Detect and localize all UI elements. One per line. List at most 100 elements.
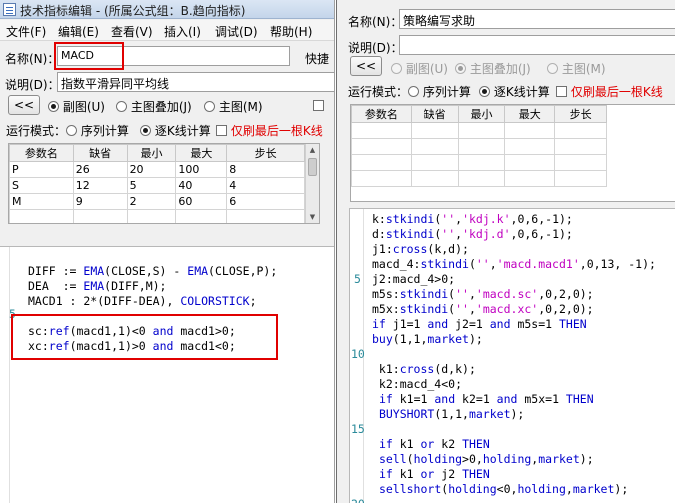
line-number: 20 — [351, 497, 365, 503]
param-cell[interactable]: 12 — [72, 177, 128, 194]
params-table: 参数名 缺省 最小 最大 步长 P 26 20 100 8 S 12 5 40 … — [9, 144, 305, 223]
radio-overlay-label: 主图叠加(J) — [130, 100, 192, 114]
table-row[interactable] — [351, 170, 607, 187]
code-line: DIFF := EMA(CLOSE,S) - EMA(CLOSE,P); — [28, 264, 278, 278]
code-line: k2:macd_4<0; — [372, 377, 463, 391]
col-header[interactable]: 步长 — [554, 105, 607, 123]
radio-run-seq[interactable]: 序列计算 — [66, 122, 129, 139]
radio-overlay[interactable]: 主图叠加(J) — [116, 98, 192, 115]
highlight-box-signals — [11, 314, 278, 360]
radio-run-seq-label: 序列计算 — [422, 85, 471, 99]
menu-insert[interactable]: 插入(I) — [164, 23, 201, 40]
refresh-last-checkbox[interactable]: 仅刷最后一根K线 — [216, 122, 323, 139]
line-number: 10 — [351, 347, 365, 361]
radio-run-seq[interactable]: 序列计算 — [408, 83, 471, 100]
col-header[interactable]: 参数名 — [9, 144, 74, 162]
param-cell[interactable]: 26 — [72, 161, 128, 178]
col-header[interactable]: 步长 — [226, 144, 305, 162]
scroll-thumb[interactable] — [308, 158, 317, 176]
code-line: DEA := EMA(DIFF,M); — [28, 279, 167, 293]
window-title: 技术指标编辑 - (所属公式组：B.趋向指标) — [20, 4, 246, 18]
col-header[interactable]: 缺省 — [410, 105, 459, 123]
code-line: m5s:stkindi('','macd.sc',0,2,0); — [372, 287, 594, 301]
code-line: macd_4:stkindi('','macd.macd1',0,13, -1)… — [372, 257, 656, 271]
param-cell[interactable]: M — [9, 193, 74, 210]
radio-dot — [391, 63, 402, 74]
code-line: BUYSHORT(1,1,market); — [378, 407, 525, 421]
desc-input[interactable]: 指数平滑异同平均线 — [57, 72, 334, 92]
param-cell[interactable]: 60 — [175, 193, 228, 210]
menu-view[interactable]: 查看(V) — [111, 23, 153, 40]
radio-subchart-label: 副图(U) — [405, 62, 448, 76]
param-cell[interactable]: 20 — [126, 161, 177, 178]
col-header[interactable]: 参数名 — [351, 105, 412, 123]
desc-input[interactable] — [399, 35, 675, 55]
menu-file[interactable]: 文件(F) — [6, 23, 46, 40]
name-label: 名称(N)： — [348, 15, 403, 29]
line-number: 5 — [354, 272, 361, 286]
param-cell[interactable]: 5 — [126, 177, 177, 194]
line-number: 15 — [351, 422, 365, 436]
formula-app-icon — [3, 3, 16, 16]
col-header[interactable]: 最小 — [457, 105, 506, 123]
col-header[interactable]: 最小 — [126, 144, 177, 162]
param-cell[interactable]: S — [9, 177, 74, 194]
radio-dot — [48, 101, 59, 112]
param-cell[interactable]: 40 — [175, 177, 228, 194]
param-cell[interactable]: 6 — [226, 193, 305, 210]
params-scrollbar[interactable]: ▲ ▼ — [305, 144, 319, 223]
name-input[interactable]: 策略编写求助 — [399, 9, 675, 29]
radio-dot — [116, 101, 127, 112]
code-line: if k1=1 and k2=1 and m5x=1 THEN — [378, 392, 594, 406]
overflow-checkbox[interactable] — [313, 99, 324, 113]
radio-subchart-label: 副图(U) — [62, 100, 105, 114]
code-line: j1:cross(k,d); — [372, 242, 469, 256]
collapse-button[interactable]: << — [350, 56, 382, 76]
code-editor-left[interactable]: 5 DIFF := EMA(CLOSE,S) - EMA(CLOSE,P); D… — [0, 246, 334, 503]
code-text-right: k:stkindi('','kdj.k',0,6,-1); d:stkindi(… — [372, 212, 656, 497]
table-row[interactable] — [351, 138, 607, 155]
radio-overlay: 主图叠加(J) — [455, 60, 531, 77]
radio-run-kline[interactable]: 逐K线计算 — [140, 122, 211, 139]
radio-run-kline[interactable]: 逐K线计算 — [479, 83, 550, 100]
formula-editor-window-left: 技术指标编辑 - (所属公式组：B.趋向指标) 文件(F) 编辑(E) 查看(V… — [0, 0, 335, 503]
menu-help[interactable]: 帮助(H) — [270, 23, 312, 40]
code-editor-right[interactable]: 5 10 15 20 k:stkindi('','kdj.k',0,6,-1);… — [349, 208, 675, 503]
params-header-row: 参数名 缺省 最小 最大 步长 — [351, 105, 607, 123]
col-header[interactable]: 最大 — [504, 105, 556, 123]
radio-dot — [204, 101, 215, 112]
radio-dot — [547, 63, 558, 74]
title-bar: 技术指标编辑 - (所属公式组：B.趋向指标) — [0, 0, 334, 19]
code-line: buy(1,1,market); — [372, 332, 483, 346]
desc-label: 说明(D)： — [5, 78, 60, 92]
collapse-button[interactable]: << — [8, 95, 40, 115]
menu-edit[interactable]: 编辑(E) — [58, 23, 99, 40]
param-cell[interactable]: P — [9, 161, 74, 178]
param-cell[interactable]: 8 — [226, 161, 305, 178]
code-line: d:stkindi('','kdj.d',0,6,-1); — [372, 227, 573, 241]
param-cell[interactable]: 100 — [175, 161, 228, 178]
menu-bar: 文件(F) 编辑(E) 查看(V) 插入(I) 调试(D) 帮助(H) — [0, 20, 334, 41]
radio-run-seq-label: 序列计算 — [80, 124, 129, 138]
refresh-last-checkbox[interactable]: 仅刷最后一根K线 — [556, 83, 663, 100]
col-header[interactable]: 缺省 — [72, 144, 128, 162]
menu-debug[interactable]: 调试(D) — [215, 23, 258, 40]
formula-editor-window-right: 名称(N)： 策略编写求助 说明(D)： << 副图(U) 主图叠加(J) 主图… — [336, 0, 675, 503]
radio-main[interactable]: 主图(M) — [204, 98, 263, 115]
scroll-up-icon[interactable]: ▲ — [306, 144, 319, 156]
radio-main-label: 主图(M) — [561, 62, 606, 76]
code-line: m5x:stkindi('','macd.xc',0,2,0); — [372, 302, 594, 316]
desc-label: 说明(D)： — [348, 41, 403, 55]
param-cell[interactable]: 2 — [126, 193, 177, 210]
radio-subchart[interactable]: 副图(U) — [48, 98, 105, 115]
radio-run-kline-label: 逐K线计算 — [154, 124, 211, 138]
table-row[interactable] — [351, 122, 607, 139]
col-header[interactable]: 最大 — [175, 144, 228, 162]
param-cell[interactable]: 4 — [226, 177, 305, 194]
param-cell[interactable]: 9 — [72, 193, 128, 210]
radio-main: 主图(M) — [547, 60, 606, 77]
table-row[interactable] — [351, 154, 607, 171]
checkbox-box — [216, 125, 227, 136]
name-label: 名称(N)： — [5, 52, 60, 66]
scroll-down-icon[interactable]: ▼ — [306, 211, 319, 223]
